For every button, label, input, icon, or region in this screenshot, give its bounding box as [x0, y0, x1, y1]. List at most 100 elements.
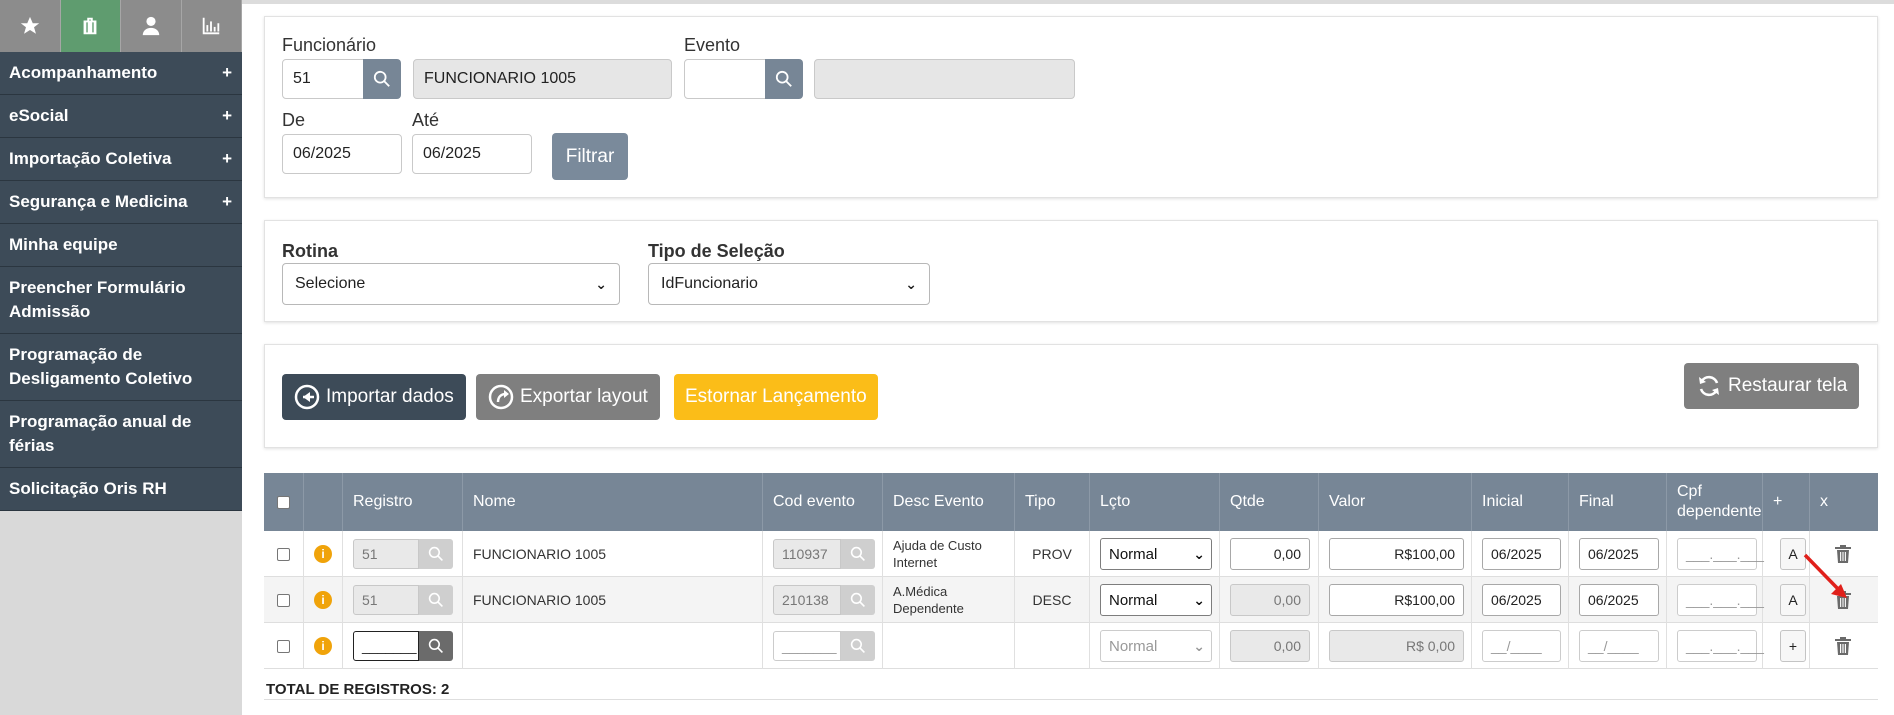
header-select-all — [264, 473, 304, 531]
funcionario-search-button[interactable] — [363, 59, 401, 99]
filtrar-button[interactable]: Filtrar — [552, 133, 628, 180]
export-icon — [488, 384, 514, 410]
info-icon[interactable]: i — [314, 637, 332, 655]
evento-code-input[interactable] — [684, 59, 766, 99]
estornar-lancamento-button[interactable]: Estornar Lançamento — [674, 374, 878, 420]
tab-briefcase[interactable] — [60, 0, 121, 52]
star-icon — [20, 16, 39, 34]
restaurar-tela-label: Restaurar tela — [1728, 375, 1848, 396]
row-checkbox[interactable] — [277, 547, 290, 561]
sidebar-item-label: eSocial — [9, 106, 69, 125]
exportar-layout-label: Exportar layout — [520, 386, 648, 407]
person-icon — [142, 16, 159, 36]
tab-favorites[interactable] — [0, 0, 61, 52]
ate-label: Até — [412, 110, 440, 130]
table-header: Registro Nome Cod evento Desc Evento Tip… — [264, 473, 1878, 531]
add-row-button[interactable]: + — [1780, 630, 1806, 662]
sidebar-item-label: Solicitação Oris RH — [9, 479, 167, 498]
cod-evento-search-button[interactable] — [841, 631, 875, 661]
info-cell: i — [304, 623, 343, 669]
select-all-checkbox[interactable] — [277, 495, 290, 509]
lcto-select-value: Normal — [1109, 591, 1158, 609]
info-icon[interactable]: i — [314, 545, 332, 563]
row-checkbox[interactable] — [277, 639, 290, 653]
header-cpf-dependente: Cpf dependente — [1667, 473, 1763, 531]
chevron-down-icon: ⌄ — [1193, 637, 1205, 654]
inicial-input[interactable]: __/____ — [1482, 630, 1561, 662]
lcto-select[interactable]: Normal ⌄ — [1100, 584, 1212, 616]
expand-plus: + — [222, 63, 232, 82]
sidebar-item-minha-equipe[interactable]: Minha equipe — [0, 224, 242, 267]
exportar-layout-button[interactable]: Exportar layout — [476, 374, 660, 420]
sidebar-item-seguranca-medicina[interactable]: Segurança e Medicina + — [0, 181, 242, 224]
row-checkbox[interactable] — [277, 593, 290, 607]
import-icon — [294, 384, 320, 410]
qtde-input[interactable]: 0,00 — [1230, 538, 1310, 570]
sidebar-item-oris-rh[interactable]: Solicitação Oris RH — [0, 468, 242, 511]
trash-icon[interactable] — [1834, 636, 1852, 656]
final-input[interactable]: __/____ — [1579, 630, 1659, 662]
final-input[interactable]: 06/2025 — [1579, 538, 1659, 570]
desc-evento-cell: Ajuda de Custo Internet — [883, 531, 1015, 577]
evento-search-button[interactable] — [765, 59, 803, 99]
row-select-cell — [264, 577, 304, 623]
tab-reports[interactable] — [181, 0, 242, 52]
registro-search-button — [419, 585, 453, 615]
sidebar-item-formulario-admissao[interactable]: Preencher Formulário Admissão — [0, 267, 242, 334]
row-select-cell — [264, 531, 304, 577]
desc-evento-cell — [883, 623, 1015, 669]
funcionario-name-field: FUNCIONARIO 1005 — [413, 59, 672, 99]
valor-input[interactable]: R$100,00 — [1329, 538, 1464, 570]
lcto-select-value: Normal — [1109, 637, 1158, 655]
sidebar-item-acompanhamento[interactable]: Acompanhamento + — [0, 52, 242, 95]
ate-input[interactable]: 06/2025 — [412, 134, 532, 174]
sidebar-item-ferias[interactable]: Programação anual de férias — [0, 401, 242, 468]
refresh-icon — [1699, 375, 1719, 397]
info-icon[interactable]: i — [314, 591, 332, 609]
valor-input: R$ 0,00 — [1329, 630, 1464, 662]
chevron-down-icon: ⌄ — [595, 275, 607, 292]
final-input[interactable]: 06/2025 — [1579, 584, 1659, 616]
cpf-input[interactable]: ___.___.___ — [1677, 630, 1764, 662]
info-cell: i — [304, 531, 343, 577]
tipo-selecao-select[interactable]: IdFuncionario ⌄ — [648, 263, 930, 305]
funcionario-code-input[interactable]: 51 — [282, 59, 364, 99]
inicial-input[interactable]: 06/2025 — [1482, 538, 1561, 570]
header-plus: + — [1763, 473, 1810, 531]
sidebar-item-importacao-coletiva[interactable]: Importação Coletiva + — [0, 138, 242, 181]
cpf-input[interactable]: ___.___.___ — [1677, 584, 1764, 616]
expand-plus: + — [222, 106, 232, 125]
lcto-select[interactable]: Normal ⌄ — [1100, 630, 1212, 662]
search-icon — [850, 638, 865, 653]
search-icon — [428, 546, 443, 561]
valor-input[interactable]: R$100,00 — [1329, 584, 1464, 616]
registro-input: 51 — [353, 585, 419, 615]
de-input[interactable]: 06/2025 — [282, 134, 402, 174]
cod-evento-search-button — [841, 585, 875, 615]
header-desc-evento: Desc Evento — [883, 473, 1015, 531]
sidebar-item-label: Preencher Formulário Admissão — [9, 278, 186, 321]
cpf-input[interactable]: ___.___.___ — [1677, 538, 1764, 570]
importar-dados-button[interactable]: Importar dados — [282, 374, 466, 420]
table-row: i 51 FUNCIONARIO 1005 210138 A.Médica De… — [264, 577, 1878, 623]
registro-search-button[interactable] — [419, 631, 453, 661]
selection-panel: Rotina Selecione ⌄ Tipo de Seleção IdFun… — [264, 220, 1878, 322]
restaurar-tela-button[interactable]: Restaurar tela — [1684, 363, 1860, 409]
table-row: i 51 FUNCIONARIO 1005 110937 Ajuda de Cu… — [264, 531, 1878, 577]
registro-input[interactable]: _______ — [353, 631, 419, 661]
sidebar-item-desligamento-coletivo[interactable]: Programação de Desligamento Coletivo — [0, 334, 242, 401]
qtde-input: 0,00 — [1230, 630, 1310, 662]
annotation-arrow-icon — [1803, 553, 1847, 598]
rotina-select[interactable]: Selecione ⌄ — [282, 263, 620, 305]
sidebar-item-esocial[interactable]: eSocial + — [0, 95, 242, 138]
info-cell: i — [304, 577, 343, 623]
tab-user[interactable] — [121, 0, 182, 52]
cod-evento-input[interactable]: _______ — [773, 631, 841, 661]
search-icon — [775, 70, 792, 87]
inicial-input[interactable]: 06/2025 — [1482, 584, 1561, 616]
filter-panel: Funcionário 51 FUNCIONARIO 1005 Evento D… — [264, 16, 1878, 198]
actions-panel: Importar dados Exportar layout Estornar … — [264, 344, 1878, 448]
lcto-select[interactable]: Normal ⌄ — [1100, 538, 1212, 570]
sidebar-item-label: Minha equipe — [9, 235, 118, 254]
sidebar-tabs — [0, 0, 242, 52]
